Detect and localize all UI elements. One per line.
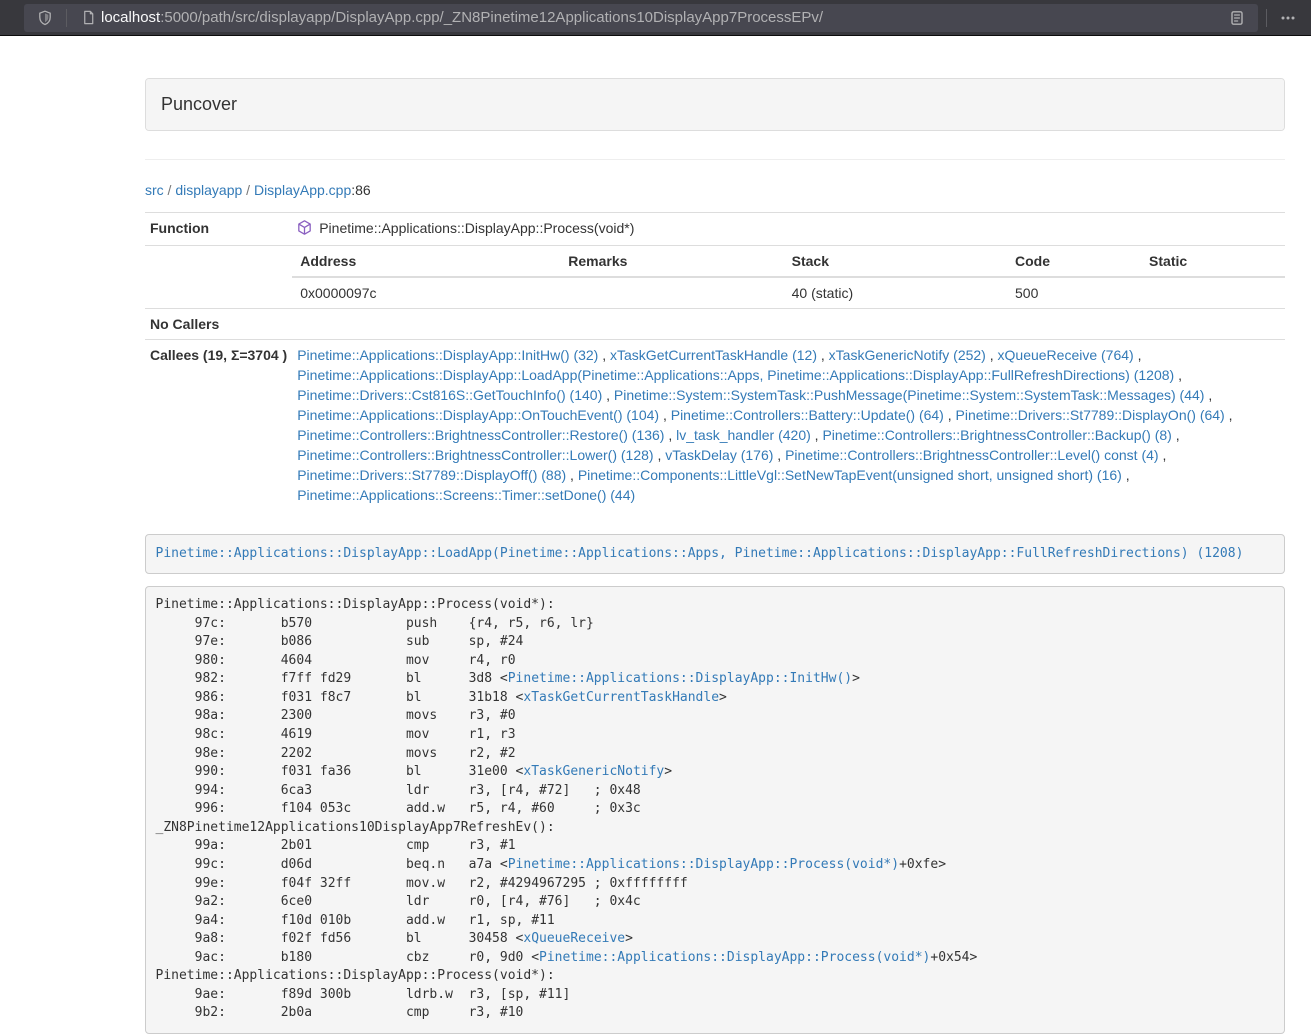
callee-separator: , bbox=[944, 407, 956, 423]
divider bbox=[145, 159, 1285, 160]
callee-separator: , bbox=[1159, 447, 1167, 463]
no-callers-cell bbox=[292, 309, 1285, 340]
loadapp-snippet-block: Pinetime::Applications::DisplayApp::Load… bbox=[145, 534, 1285, 574]
asm-symbol-link[interactable]: Pinetime::Applications::DisplayApp::Proc… bbox=[539, 950, 930, 965]
browser-toolbar: localhost:5000/path/src/displayapp/Displ… bbox=[0, 0, 1311, 36]
stats-row: AddressRemarksStackCodeStatic 0x0000097c… bbox=[145, 246, 1285, 309]
reader-mode-icon[interactable] bbox=[1224, 5, 1250, 31]
callee-link[interactable]: Pinetime::Controllers::Battery::Update()… bbox=[671, 407, 944, 423]
stats-header-row: AddressRemarksStackCodeStatic bbox=[292, 246, 1285, 277]
puncover-panel: Puncover bbox=[145, 78, 1285, 131]
callee-separator: , bbox=[1225, 407, 1233, 423]
function-name: Pinetime::Applications::DisplayApp::Proc… bbox=[319, 220, 634, 236]
page-info-icon[interactable] bbox=[75, 5, 101, 31]
callee-link[interactable]: Pinetime::Applications::DisplayApp::OnTo… bbox=[297, 407, 659, 423]
stats-value bbox=[1141, 277, 1285, 308]
breadcrumb-link[interactable]: src bbox=[145, 182, 164, 198]
stats-value: 0x0000097c bbox=[292, 277, 560, 308]
callee-separator: , bbox=[1134, 347, 1142, 363]
callee-link[interactable]: Pinetime::Applications::Screens::Timer::… bbox=[297, 487, 635, 503]
stats-col-header: Static bbox=[1141, 246, 1285, 277]
callee-link[interactable]: Pinetime::Controllers::BrightnessControl… bbox=[297, 447, 653, 463]
callee-link[interactable]: Pinetime::Controllers::BrightnessControl… bbox=[785, 447, 1158, 463]
callee-link[interactable]: xTaskGenericNotify (252) bbox=[829, 347, 986, 363]
callee-separator: , bbox=[602, 387, 614, 403]
stats-table: AddressRemarksStackCodeStatic 0x0000097c… bbox=[292, 246, 1285, 308]
callee-link[interactable]: Pinetime::Components::LittleVgl::SetNewT… bbox=[578, 467, 1122, 483]
callee-link[interactable]: Pinetime::Controllers::BrightnessControl… bbox=[822, 427, 1171, 443]
callee-link[interactable]: vTaskDelay (176) bbox=[665, 447, 773, 463]
no-callers-label: No Callers bbox=[145, 309, 292, 340]
callee-separator: , bbox=[773, 447, 785, 463]
menu-ellipsis-icon[interactable] bbox=[1275, 5, 1301, 31]
callee-link[interactable]: Pinetime::Applications::DisplayApp::Load… bbox=[297, 367, 1174, 383]
asm-pre: Pinetime::Applications::DisplayApp::Proc… bbox=[145, 586, 1285, 1034]
asm-symbol-link[interactable]: xQueueReceive bbox=[523, 931, 625, 946]
callee-separator: , bbox=[664, 427, 676, 443]
no-callers-row: No Callers bbox=[145, 309, 1285, 340]
callee-separator: , bbox=[566, 467, 578, 483]
callee-link[interactable]: Pinetime::Drivers::St7789::DisplayOff() … bbox=[297, 467, 566, 483]
callee-separator: , bbox=[817, 347, 829, 363]
page-content: Puncover src / displayapp / DisplayApp.c… bbox=[145, 78, 1285, 1034]
stats-value: 500 bbox=[1007, 277, 1141, 308]
callee-link[interactable]: Pinetime::Drivers::St7789::DisplayOn() (… bbox=[956, 407, 1225, 423]
shield-icon[interactable] bbox=[32, 5, 58, 31]
callee-separator: , bbox=[1172, 427, 1180, 443]
callee-link[interactable]: Pinetime::System::SystemTask::PushMessag… bbox=[614, 387, 1205, 403]
loadapp-snippet-link[interactable]: Pinetime::Applications::DisplayApp::Load… bbox=[156, 546, 1244, 561]
callee-separator: , bbox=[1174, 367, 1182, 383]
urlbar-divider bbox=[66, 9, 67, 27]
callees-label: Callees (19, Σ=3704 ) bbox=[145, 340, 292, 511]
callee-link[interactable]: Pinetime::Applications::DisplayApp::Init… bbox=[297, 347, 598, 363]
toolbar-divider bbox=[1266, 9, 1267, 27]
callee-link[interactable]: Pinetime::Controllers::BrightnessControl… bbox=[297, 427, 664, 443]
stats-row-spacer bbox=[145, 246, 292, 309]
callee-link[interactable]: xQueueReceive (764) bbox=[998, 347, 1134, 363]
stats-col-header: Stack bbox=[784, 246, 1007, 277]
function-label: Function bbox=[145, 213, 292, 246]
breadcrumb-link[interactable]: displayapp bbox=[175, 182, 242, 198]
url-text[interactable]: localhost:5000/path/src/displayapp/Displ… bbox=[101, 9, 823, 26]
callee-separator: , bbox=[986, 347, 998, 363]
breadcrumb-separator: / bbox=[164, 182, 176, 198]
callees-row: Callees (19, Σ=3704 ) Pinetime::Applicat… bbox=[145, 340, 1285, 511]
url-path: :5000/path/src/displayapp/DisplayApp.cpp… bbox=[160, 9, 823, 26]
breadcrumb-line-number: :86 bbox=[351, 182, 370, 198]
callee-link[interactable]: lv_task_handler (420) bbox=[676, 427, 811, 443]
callee-separator: , bbox=[1122, 467, 1130, 483]
stats-table-cell: AddressRemarksStackCodeStatic 0x0000097c… bbox=[292, 246, 1285, 309]
function-row: Function Pinetime::Applications::Display… bbox=[145, 213, 1285, 246]
function-table: Function Pinetime::Applications::Display… bbox=[145, 212, 1285, 510]
breadcrumb-separator: / bbox=[242, 182, 254, 198]
stats-value: 40 (static) bbox=[784, 277, 1007, 308]
stats-col-header: Code bbox=[1007, 246, 1141, 277]
app-title: Puncover bbox=[146, 79, 1284, 130]
stats-value-row: 0x0000097c 40 (static)500 bbox=[292, 277, 1285, 308]
cube-icon bbox=[297, 220, 312, 240]
breadcrumb: src / displayapp / DisplayApp.cpp:86 bbox=[145, 180, 1285, 200]
callee-separator: , bbox=[598, 347, 610, 363]
asm-symbol-link[interactable]: Pinetime::Applications::DisplayApp::Init… bbox=[508, 671, 852, 686]
breadcrumb-link[interactable]: DisplayApp.cpp bbox=[254, 182, 351, 198]
stats-col-header: Remarks bbox=[560, 246, 783, 277]
asm-symbol-link[interactable]: xTaskGenericNotify bbox=[523, 764, 664, 779]
callees-cell: Pinetime::Applications::DisplayApp::Init… bbox=[292, 340, 1285, 511]
asm-symbol-link[interactable]: xTaskGetCurrentTaskHandle bbox=[523, 690, 719, 705]
url-host: localhost bbox=[101, 9, 160, 26]
function-name-cell: Pinetime::Applications::DisplayApp::Proc… bbox=[292, 213, 1285, 246]
callee-link[interactable]: xTaskGetCurrentTaskHandle (12) bbox=[610, 347, 817, 363]
callee-separator: , bbox=[659, 407, 671, 423]
asm-symbol-link[interactable]: Pinetime::Applications::DisplayApp::Proc… bbox=[508, 857, 899, 872]
stats-col-header: Address bbox=[292, 246, 560, 277]
stats-value bbox=[560, 277, 783, 308]
callee-separator: , bbox=[811, 427, 823, 443]
callee-separator: , bbox=[654, 447, 666, 463]
callee-link[interactable]: Pinetime::Drivers::Cst816S::GetTouchInfo… bbox=[297, 387, 602, 403]
url-bar[interactable]: localhost:5000/path/src/displayapp/Displ… bbox=[24, 4, 1258, 32]
callee-separator: , bbox=[1204, 387, 1212, 403]
